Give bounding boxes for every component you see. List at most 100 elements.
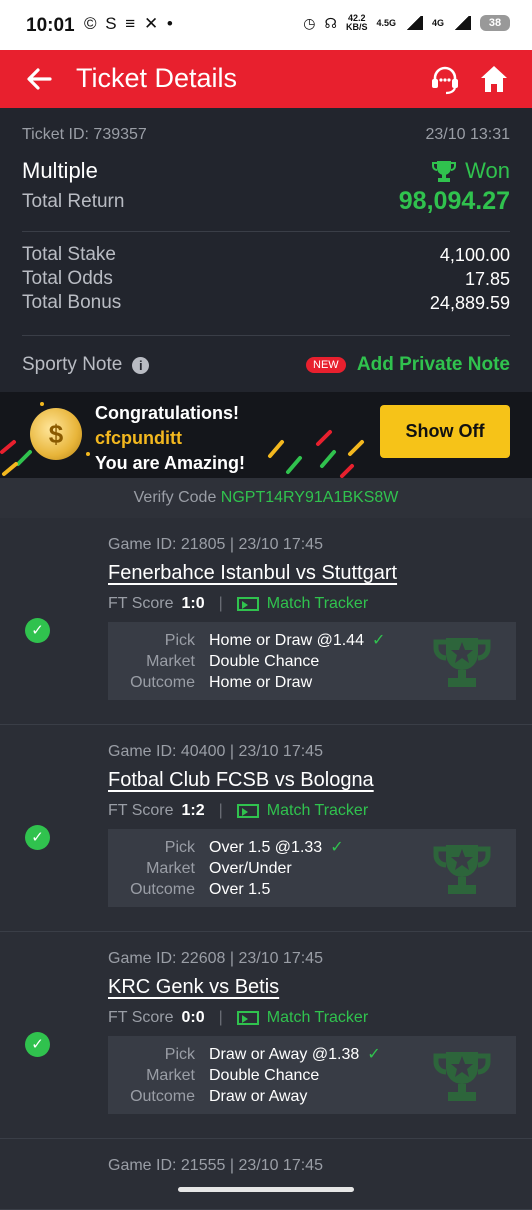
trophy-watermark-icon xyxy=(433,1052,491,1101)
game-meta: Game ID: 40400 | 23/10 17:45 xyxy=(108,743,323,760)
ft-score-label: FT Score xyxy=(108,802,174,819)
app-header: Ticket Details xyxy=(0,50,532,108)
game-item: ✓ Game ID: 21805 | 23/10 17:45 Fenerbahc… xyxy=(0,518,532,725)
pick-label: Pick xyxy=(164,1046,195,1063)
add-private-note-link[interactable]: Add Private Note xyxy=(357,354,510,376)
match-tracker-icon[interactable] xyxy=(236,597,259,611)
separator: | xyxy=(218,1009,223,1026)
outcome-label: Outcome xyxy=(130,1088,195,1105)
pick-value: Draw or Away @1.38 xyxy=(209,1046,360,1063)
bet-type: Multiple xyxy=(22,158,98,183)
pick-details: Pick Market Outcome Over 1.5 @1.33 ✓ Over… xyxy=(108,829,516,907)
match-tracker-link[interactable]: Match Tracker xyxy=(267,1009,368,1027)
congrats-line3: You are Amazing! xyxy=(95,453,246,473)
status-badge: Won xyxy=(431,158,510,184)
ft-score-row: FT Score 0:0 | Match Tracker xyxy=(108,1009,368,1027)
pick-value: Home or Draw @1.44 xyxy=(209,632,364,649)
separator: | xyxy=(218,595,223,612)
alarm-icon: ◷ xyxy=(303,14,316,31)
verify-code-value[interactable]: NGPT14RY91A1BKS8W xyxy=(221,489,399,506)
home-icon[interactable] xyxy=(478,63,510,95)
trophy-icon xyxy=(432,161,457,182)
trophy-watermark-icon xyxy=(433,845,491,894)
check-circle-icon: ✓ xyxy=(25,1032,50,1057)
outcome-label: Outcome xyxy=(130,674,195,691)
checkmark-icon: ✓ xyxy=(371,632,386,649)
pick-details: Pick Market Outcome Draw or Away @1.38 ✓ … xyxy=(108,1036,516,1114)
ft-score-label: FT Score xyxy=(108,1009,174,1026)
headphones-icon: ☊ xyxy=(324,14,337,31)
match-name-link[interactable]: Fotbal Club FCSB vs Bologna xyxy=(108,769,374,792)
match-tracker-link[interactable]: Match Tracker xyxy=(267,595,368,613)
verify-code-label: Verify Code xyxy=(133,489,217,506)
pick-value: Over 1.5 @1.33 xyxy=(209,839,323,856)
pick-label: Pick xyxy=(164,839,195,856)
verify-code-row: Verify Code NGPT14RY91A1BKS8W xyxy=(0,478,532,518)
pick-labels: Pick Market Outcome xyxy=(108,837,195,900)
ft-score-label: FT Score xyxy=(108,595,174,612)
outcome-value: Over 1.5 xyxy=(209,881,271,898)
sporty-note: Sporty Note i xyxy=(22,354,150,376)
market-label: Market xyxy=(146,860,195,877)
pick-details: Pick Market Outcome Home or Draw @1.44 ✓ … xyxy=(108,622,516,700)
market-value: Double Chance xyxy=(209,1067,320,1084)
battery-icon: 38 xyxy=(480,15,510,31)
total-bonus-label: Total Bonus xyxy=(22,292,122,313)
game-item: ✓ Game ID: 22608 | 23/10 17:45 KRC Genk … xyxy=(0,932,532,1139)
total-bonus-value: 24,889.59 xyxy=(429,293,510,313)
ticket-date: 23/10 13:31 xyxy=(425,126,510,143)
ft-score-value: 0:0 xyxy=(181,1009,205,1026)
sporty-note-label: Sporty Note xyxy=(22,354,123,375)
game-item: Game ID: 21555 | 23/10 17:45 xyxy=(0,1139,532,1210)
new-badge: NEW xyxy=(306,357,346,373)
pick-values: Home or Draw @1.44 ✓ Double Chance Home o… xyxy=(209,630,385,693)
match-tracker-icon[interactable] xyxy=(236,804,259,818)
username: cfcpunditt xyxy=(95,428,182,448)
checkmark-icon: ✓ xyxy=(330,839,344,856)
pick-labels: Pick Market Outcome xyxy=(108,1044,195,1107)
gesture-bar[interactable] xyxy=(178,1187,354,1192)
ticket-id: Ticket ID: 739357 xyxy=(22,126,147,143)
back-arrow-icon[interactable] xyxy=(24,64,54,94)
game-meta: Game ID: 22608 | 23/10 17:45 xyxy=(108,950,323,967)
total-return-value: 98,094.27 xyxy=(398,187,510,215)
congrats-text: Congratulations! cfcpunditt You are Amaz… xyxy=(95,401,245,476)
signal-icon-2 xyxy=(453,16,471,30)
total-odds-label: Total Odds xyxy=(22,268,113,289)
pick-values: Draw or Away @1.38 ✓ Double Chance Draw o… xyxy=(209,1044,381,1107)
net-speed: 42.2 KB/S xyxy=(345,13,368,32)
pick-labels: Pick Market Outcome xyxy=(108,630,195,693)
notification-icons: © S ≡ ✕ • xyxy=(84,14,175,33)
match-name-link[interactable]: Fenerbahce Istanbul vs Stuttgart xyxy=(108,562,397,585)
separator: | xyxy=(218,802,223,819)
match-tracker-icon[interactable] xyxy=(236,1011,259,1025)
market-label: Market xyxy=(146,1067,195,1084)
pick-label: Pick xyxy=(164,632,195,649)
show-off-button[interactable]: Show Off xyxy=(380,405,510,458)
outcome-value: Draw or Away xyxy=(209,1088,308,1105)
status-time: 10:01 xyxy=(26,15,75,36)
signal-icon xyxy=(404,16,423,30)
game-item: ✓ Game ID: 40400 | 23/10 17:45 Fotbal Cl… xyxy=(0,725,532,932)
status-bar: 10:01 © S ≡ ✕ • ◷ ☊ 42.2 KB/S 4.5G 4G 38 xyxy=(0,0,532,50)
info-icon[interactable]: i xyxy=(132,356,150,374)
trophy-watermark-icon xyxy=(433,638,491,687)
match-tracker-link[interactable]: Match Tracker xyxy=(267,802,368,820)
congrats-banner: $ Congratulations! cfcpunditt You are Am… xyxy=(0,392,532,478)
outcome-value: Home or Draw xyxy=(209,674,313,691)
market-value: Over/Under xyxy=(209,860,292,877)
page-title: Ticket Details xyxy=(76,63,238,93)
check-circle-icon: ✓ xyxy=(25,825,50,850)
game-meta: Game ID: 21805 | 23/10 17:45 xyxy=(108,536,323,553)
match-name-link[interactable]: KRC Genk vs Betis xyxy=(108,976,279,999)
ft-score-value: 1:0 xyxy=(181,595,205,612)
game-list: ✓ Game ID: 21805 | 23/10 17:45 Fenerbahc… xyxy=(0,518,532,1210)
status-right: ◷ ☊ 42.2 KB/S 4.5G 4G 38 xyxy=(303,14,510,32)
total-odds-value: 17.85 xyxy=(464,269,510,289)
check-circle-icon: ✓ xyxy=(25,618,50,643)
total-return-label: Total Return xyxy=(22,191,125,212)
customer-support-icon[interactable] xyxy=(428,63,462,97)
divider xyxy=(22,335,510,336)
status-text: Won xyxy=(465,158,510,183)
market-value: Double Chance xyxy=(209,653,320,670)
